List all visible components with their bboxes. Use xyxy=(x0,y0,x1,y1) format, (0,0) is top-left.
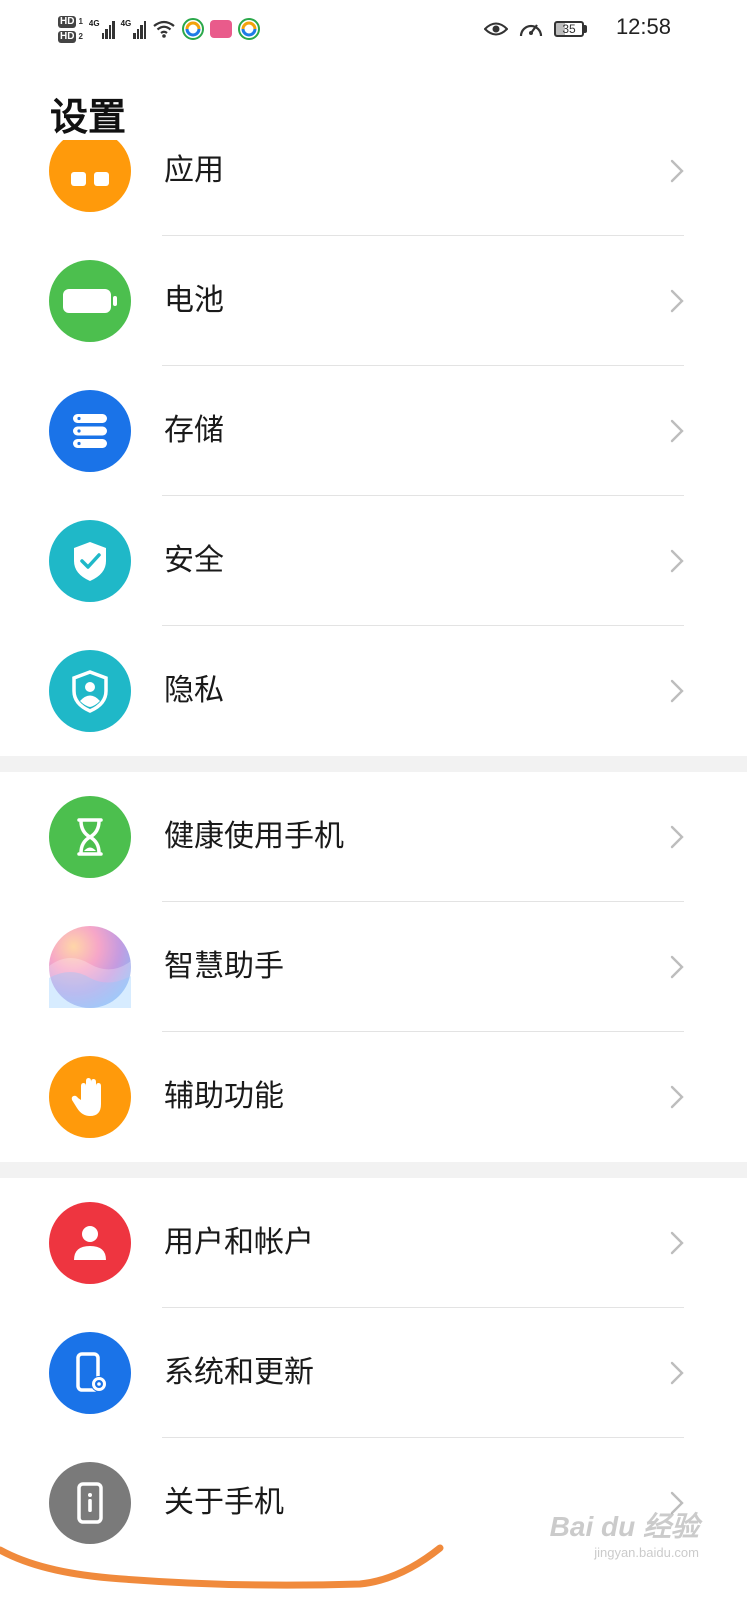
section-gap xyxy=(0,756,747,772)
settings-item-system-update[interactable]: 系统和更新 xyxy=(0,1308,747,1438)
chevron-right-icon xyxy=(670,159,684,183)
privacy-icon xyxy=(49,650,131,732)
chevron-right-icon xyxy=(670,679,684,703)
chevron-right-icon xyxy=(670,289,684,313)
watermark-site: jingyan.baidu.com xyxy=(594,1545,699,1560)
settings-item-label: 关于手机 xyxy=(164,1485,284,1520)
watermark-logo: Bai du 经验 jingyan.baidu.com xyxy=(550,1505,699,1560)
hourglass-icon xyxy=(49,796,131,878)
settings-item-label: 系统和更新 xyxy=(164,1355,314,1390)
settings-item-apps[interactable]: 应用 xyxy=(0,140,747,236)
battery-icon: 35 xyxy=(554,21,587,37)
settings-item-security[interactable]: 安全 xyxy=(0,496,747,626)
sim1-hd-badge: HD 1 xyxy=(58,15,83,28)
smart-assistant-icon xyxy=(49,926,131,1008)
status-time: 12:58 xyxy=(615,14,671,39)
hand-icon xyxy=(49,1056,131,1138)
app-notification-icon xyxy=(238,18,261,40)
chevron-right-icon xyxy=(670,419,684,443)
app-notification-icon xyxy=(182,18,205,40)
status-bar-left: HD 1 HD 2 4G 4G xyxy=(58,6,261,52)
settings-item-label: 辅助功能 xyxy=(164,1079,284,1114)
settings-item-accessibility[interactable]: 辅助功能 xyxy=(0,1032,747,1162)
storage-icon xyxy=(49,390,131,472)
battery-icon xyxy=(49,260,131,342)
page-title: 设置 xyxy=(50,95,127,139)
settings-item-storage[interactable]: 存储 xyxy=(0,366,747,496)
settings-item-label: 电池 xyxy=(164,283,224,318)
chevron-right-icon xyxy=(670,825,684,849)
settings-item-digital-balance[interactable]: 健康使用手机 xyxy=(0,772,747,902)
settings-item-battery[interactable]: 电池 xyxy=(0,236,747,366)
chevron-right-icon xyxy=(670,1231,684,1255)
speedometer-icon xyxy=(519,24,543,37)
status-bar: HD 1 HD 2 4G 4G 35 12:58 xyxy=(0,0,747,58)
status-bar-right: 35 xyxy=(484,14,587,44)
settings-item-label: 应用 xyxy=(164,153,224,188)
chevron-right-icon xyxy=(670,955,684,979)
signal-2-icon: 4G xyxy=(121,19,147,39)
watermark-mark: Bai du 经验 xyxy=(549,1511,699,1542)
shield-check-icon xyxy=(49,520,131,602)
settings-item-label: 健康使用手机 xyxy=(164,819,344,854)
signal-1-icon: 4G xyxy=(89,19,115,39)
wifi-icon xyxy=(153,20,175,38)
chevron-right-icon xyxy=(670,1361,684,1385)
settings-item-label: 隐私 xyxy=(164,673,224,708)
settings-item-privacy[interactable]: 隐私 xyxy=(0,626,747,756)
settings-item-label: 存储 xyxy=(164,413,224,448)
user-icon xyxy=(49,1202,131,1284)
weibo-icon xyxy=(210,20,233,38)
about-phone-icon xyxy=(49,1462,131,1544)
eye-comfort-icon xyxy=(484,22,508,36)
apps-icon xyxy=(49,140,131,212)
settings-item-label: 用户和帐户 xyxy=(164,1225,314,1260)
chevron-right-icon xyxy=(670,1085,684,1109)
settings-item-smart-assistant[interactable]: 智慧助手 xyxy=(0,902,747,1032)
sim2-hd-badge: HD 2 xyxy=(58,30,83,43)
settings-list: 应用 电池 存储 安全 隐私 健康使用手机 智慧助手 辅助功能 用户和帐户 系统… xyxy=(0,140,747,1568)
chevron-right-icon xyxy=(670,549,684,573)
settings-item-label: 智慧助手 xyxy=(164,949,284,984)
settings-item-users-accounts[interactable]: 用户和帐户 xyxy=(0,1178,747,1308)
sim-hd-badges: HD 1 HD 2 xyxy=(58,15,83,43)
settings-item-label: 安全 xyxy=(164,543,224,578)
system-update-icon xyxy=(49,1332,131,1414)
section-gap xyxy=(0,1162,747,1178)
